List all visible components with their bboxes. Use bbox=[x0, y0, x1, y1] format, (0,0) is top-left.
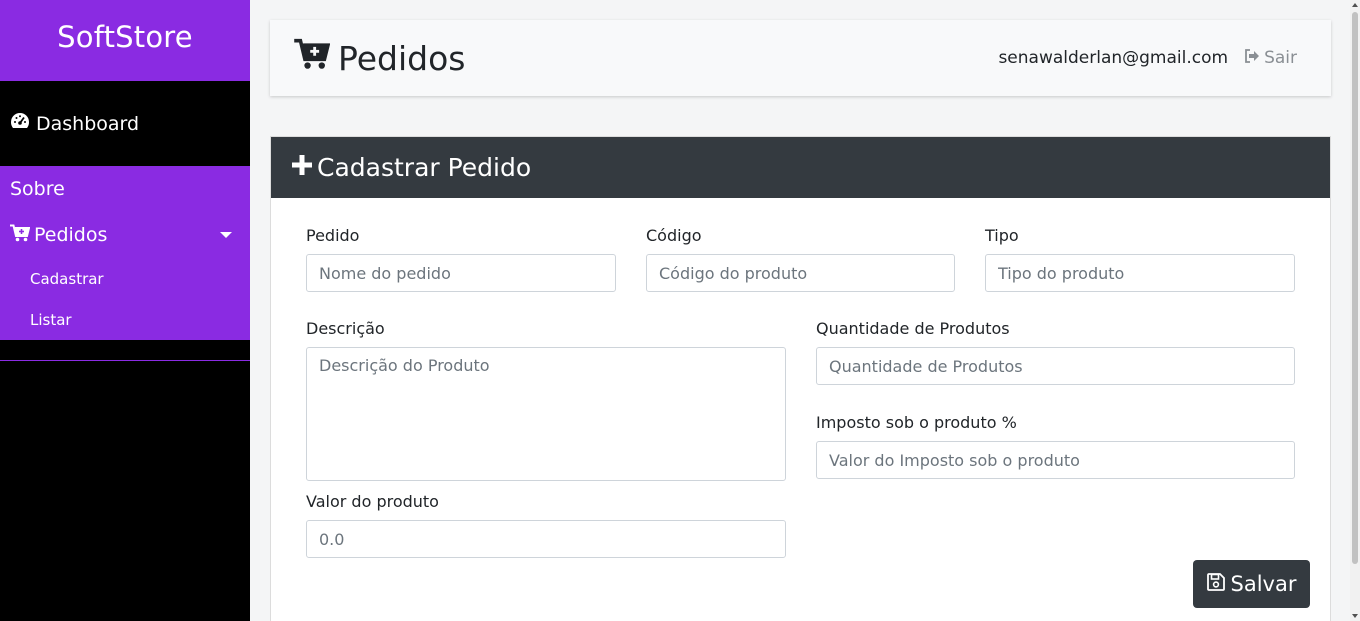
quantidade-label: Quantidade de Produtos bbox=[816, 319, 1010, 338]
brand-logo[interactable]: SoftStore bbox=[0, 0, 250, 81]
tipo-label: Tipo bbox=[985, 226, 1019, 245]
descricao-label: Descrição bbox=[306, 319, 385, 338]
imposto-field-group: Imposto sob o produto % bbox=[816, 413, 1295, 479]
valor-label: Valor do produto bbox=[306, 492, 439, 511]
tachometer-icon bbox=[10, 112, 36, 135]
sidebar-menu: Sobre Pedidos Cadastrar Listar bbox=[0, 166, 250, 340]
user-email: senawalderlan@gmail.com bbox=[998, 48, 1229, 68]
sidebar-item-label: Sobre bbox=[10, 178, 65, 200]
scrollbar-thumb[interactable] bbox=[1352, 12, 1358, 564]
logout-link[interactable]: Sair bbox=[1244, 48, 1297, 68]
tipo-input[interactable] bbox=[985, 254, 1295, 292]
floppy-disk-icon bbox=[1206, 572, 1231, 596]
valor-field-group: Valor do produto bbox=[306, 492, 786, 558]
sidebar-subitem-cadastrar[interactable]: Cadastrar bbox=[0, 258, 250, 299]
valor-input[interactable] bbox=[306, 520, 786, 558]
sidebar-item-sobre[interactable]: Sobre bbox=[0, 166, 250, 212]
order-form-card: Cadastrar Pedido Pedido Código Tipo Desc… bbox=[270, 136, 1331, 621]
sign-out-icon bbox=[1244, 48, 1264, 68]
sidebar-item-label: Pedidos bbox=[34, 224, 108, 246]
page-title-text: Pedidos bbox=[338, 38, 466, 78]
scroll-down-arrow-icon[interactable] bbox=[1352, 614, 1358, 618]
tipo-field-group: Tipo bbox=[985, 226, 1295, 292]
codigo-input[interactable] bbox=[646, 254, 955, 292]
descricao-textarea[interactable] bbox=[306, 347, 786, 481]
logout-label: Sair bbox=[1264, 48, 1297, 68]
sidebar-subitem-listar[interactable]: Listar bbox=[0, 299, 250, 340]
descricao-field-group: Descrição bbox=[306, 319, 786, 481]
codigo-field-group: Código bbox=[646, 226, 955, 292]
caret-down-icon[interactable] bbox=[220, 232, 232, 238]
main-content: Pedidos senawalderlan@gmail.com Sair Cad… bbox=[250, 0, 1350, 621]
imposto-input[interactable] bbox=[816, 441, 1295, 479]
imposto-label: Imposto sob o produto % bbox=[816, 413, 1017, 432]
cart-plus-icon bbox=[10, 224, 34, 247]
card-title: Cadastrar Pedido bbox=[317, 153, 532, 182]
quantidade-field-group: Quantidade de Produtos bbox=[816, 319, 1295, 385]
plus-icon bbox=[291, 153, 317, 182]
page-title: Pedidos bbox=[294, 38, 465, 78]
save-button-label: Salvar bbox=[1230, 572, 1297, 596]
sidebar-item-pedidos[interactable]: Pedidos bbox=[0, 212, 250, 258]
top-bar: Pedidos senawalderlan@gmail.com Sair bbox=[270, 20, 1331, 96]
sidebar-divider bbox=[0, 360, 250, 361]
quantidade-input[interactable] bbox=[816, 347, 1295, 385]
codigo-label: Código bbox=[646, 226, 702, 245]
pedido-field-group: Pedido bbox=[306, 226, 616, 292]
pedido-label: Pedido bbox=[306, 226, 360, 245]
scroll-up-arrow-icon[interactable] bbox=[1352, 3, 1358, 7]
sidebar-item-label: Dashboard bbox=[36, 112, 140, 135]
sidebar: SoftStore Dashboard Sobre Pedidos Cadast… bbox=[0, 0, 250, 621]
pedido-input[interactable] bbox=[306, 254, 616, 292]
save-button[interactable]: Salvar bbox=[1193, 560, 1310, 608]
card-header: Cadastrar Pedido bbox=[271, 137, 1330, 198]
page-scrollbar[interactable] bbox=[1350, 0, 1360, 621]
sidebar-item-dashboard[interactable]: Dashboard bbox=[0, 81, 250, 166]
user-area: senawalderlan@gmail.com Sair bbox=[998, 48, 1297, 68]
cart-plus-icon bbox=[294, 38, 338, 78]
